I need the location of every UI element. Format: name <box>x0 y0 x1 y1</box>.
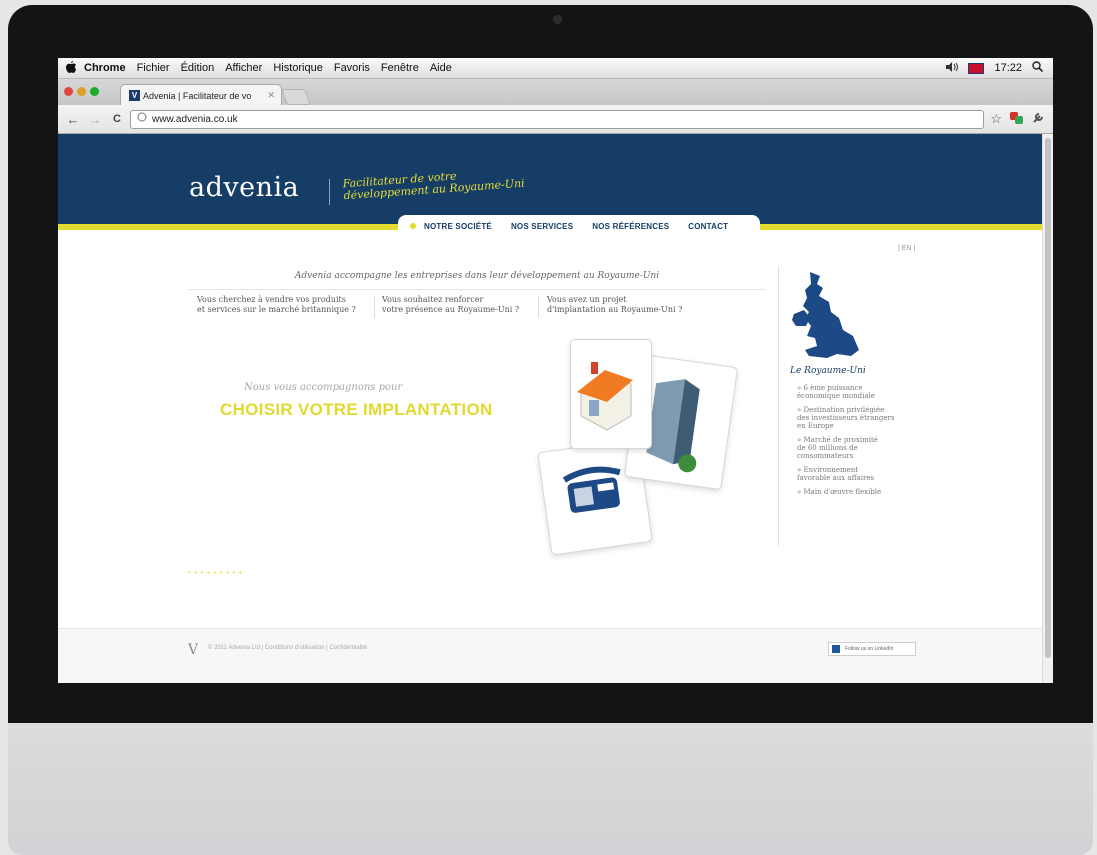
web-page: advenia Facilitateur de votre développem… <box>58 134 1043 683</box>
nav-bullet-icon <box>410 223 416 229</box>
new-tab-button[interactable] <box>281 89 311 105</box>
main-nav: NOTRE SOCIÉTÉ NOS SERVICES NOS RÉFÉRENCE… <box>398 215 760 237</box>
lead-divider <box>188 289 766 290</box>
tab-title: Advenia | Facilitateur de vo <box>143 90 252 101</box>
nav-notre-societe[interactable]: NOTRE SOCIÉTÉ <box>424 222 492 231</box>
mac-menubar: Chrome Fichier Édition Afficher Historiq… <box>58 58 1053 79</box>
address-bar[interactable]: www.advenia.co.uk <box>130 110 984 129</box>
volume-icon[interactable] <box>946 61 959 75</box>
linkedin-label: Follow us on LinkedIn <box>845 646 894 652</box>
column-divider <box>538 296 539 318</box>
site-logo[interactable]: advenia <box>189 172 299 203</box>
uk-map-icon <box>790 270 862 369</box>
footer-links[interactable]: © 2011 Advenia Ltd | Conditions d'utilis… <box>208 645 367 651</box>
nav-contact[interactable]: CONTACT <box>688 222 728 231</box>
sidebar-divider <box>778 266 779 546</box>
question-link-3[interactable]: Vous avez un projet d'implantation au Ro… <box>547 295 682 315</box>
menu-favoris[interactable]: Favoris <box>334 62 370 74</box>
page-icon <box>137 111 147 128</box>
tab-strip: V Advenia | Facilitateur de vo ✕ <box>58 79 1053 106</box>
close-window-icon[interactable] <box>64 87 73 96</box>
wrench-icon[interactable] <box>1032 111 1045 127</box>
sidebar-list-item: » Environnement favorable aux affaires <box>797 466 875 482</box>
minimize-window-icon[interactable] <box>77 87 86 96</box>
site-header: advenia Facilitateur de votre développem… <box>58 134 1043 224</box>
menu-aide[interactable]: Aide <box>430 62 452 74</box>
hero-kicker: Nous vous accompagnons pour <box>244 382 403 393</box>
extension-icon[interactable] <box>1010 111 1024 125</box>
tagline-text: Facilitateur de votre développement au R… <box>342 169 526 203</box>
menubar-status: 17:22 <box>946 61 1053 75</box>
page-scrollbar[interactable] <box>1042 134 1053 683</box>
browser-tab[interactable]: V Advenia | Facilitateur de vo ✕ <box>120 84 282 106</box>
forward-button[interactable]: → <box>88 112 102 127</box>
reload-button[interactable]: C <box>110 113 124 125</box>
sidebar-list-item: » Destination privilégiée des investisse… <box>797 406 895 430</box>
uk-flag-icon[interactable] <box>968 62 985 74</box>
monitor-chin <box>8 723 1093 855</box>
linkedin-button[interactable]: Follow us on LinkedIn <box>828 642 916 656</box>
camera <box>553 15 562 24</box>
column-divider <box>374 296 375 318</box>
language-switch[interactable]: | EN | <box>898 245 915 252</box>
favicon-icon: V <box>129 90 140 101</box>
browser-toolbar: ← → C www.advenia.co.uk ☆ <box>58 105 1053 134</box>
zoom-window-icon[interactable] <box>90 87 99 96</box>
sidebar-list: » 6 ème puissance économique mondiale » … <box>797 384 919 502</box>
question-link-1[interactable]: Vous cherchez à vendre vos produits et s… <box>197 295 356 315</box>
menu-afficher[interactable]: Afficher <box>225 62 262 74</box>
url-text: www.advenia.co.uk <box>152 114 238 125</box>
logo-divider <box>329 179 330 205</box>
screen: Chrome Fichier Édition Afficher Historiq… <box>58 58 1053 683</box>
slider-pager[interactable]: • • • • • • • • • <box>188 570 243 577</box>
bookmark-star-icon[interactable]: ☆ <box>990 111 1002 127</box>
window-controls <box>64 87 99 96</box>
nav-nos-references[interactable]: NOS RÉFÉRENCES <box>592 222 669 231</box>
hero-title[interactable]: CHOISIR VOTRE IMPLANTATION <box>220 400 493 420</box>
sidebar-list-item: » Marché de proximité de 60 millions de … <box>797 436 878 460</box>
house-card <box>570 339 652 449</box>
spotlight-icon[interactable] <box>1032 61 1044 75</box>
nav-nos-services[interactable]: NOS SERVICES <box>511 222 573 231</box>
sidebar-title: Le Royaume-Uni <box>790 366 866 376</box>
apple-icon[interactable] <box>58 60 84 76</box>
menu-edition[interactable]: Édition <box>181 62 215 74</box>
scrollbar-thumb[interactable] <box>1045 138 1051 658</box>
lead-text: Advenia accompagne les entreprises dans … <box>294 271 660 281</box>
house-icon <box>577 362 633 431</box>
menu-fenetre[interactable]: Fenêtre <box>381 62 419 74</box>
menu-fichier[interactable]: Fichier <box>137 62 170 74</box>
footer-logo[interactable]: V <box>188 642 198 658</box>
linkedin-icon <box>832 645 840 653</box>
site-footer: V © 2011 Advenia Ltd | Conditions d'util… <box>58 628 1043 683</box>
tab-close-icon[interactable]: ✕ <box>267 90 275 101</box>
sidebar-list-item: » Main d'œuvre flexible <box>797 488 882 496</box>
sidebar-list-item: » 6 ème puissance économique mondiale <box>797 384 875 400</box>
back-button[interactable]: ← <box>66 112 80 127</box>
question-link-2[interactable]: Vous souhaitez renforcer votre présence … <box>382 295 519 315</box>
menu-historique[interactable]: Historique <box>273 62 323 74</box>
menu-chrome[interactable]: Chrome <box>84 62 126 74</box>
clock[interactable]: 17:22 <box>994 62 1022 74</box>
site-tagline: Facilitateur de votre développement au R… <box>342 166 526 203</box>
toolbar-actions: ☆ <box>990 111 1045 127</box>
